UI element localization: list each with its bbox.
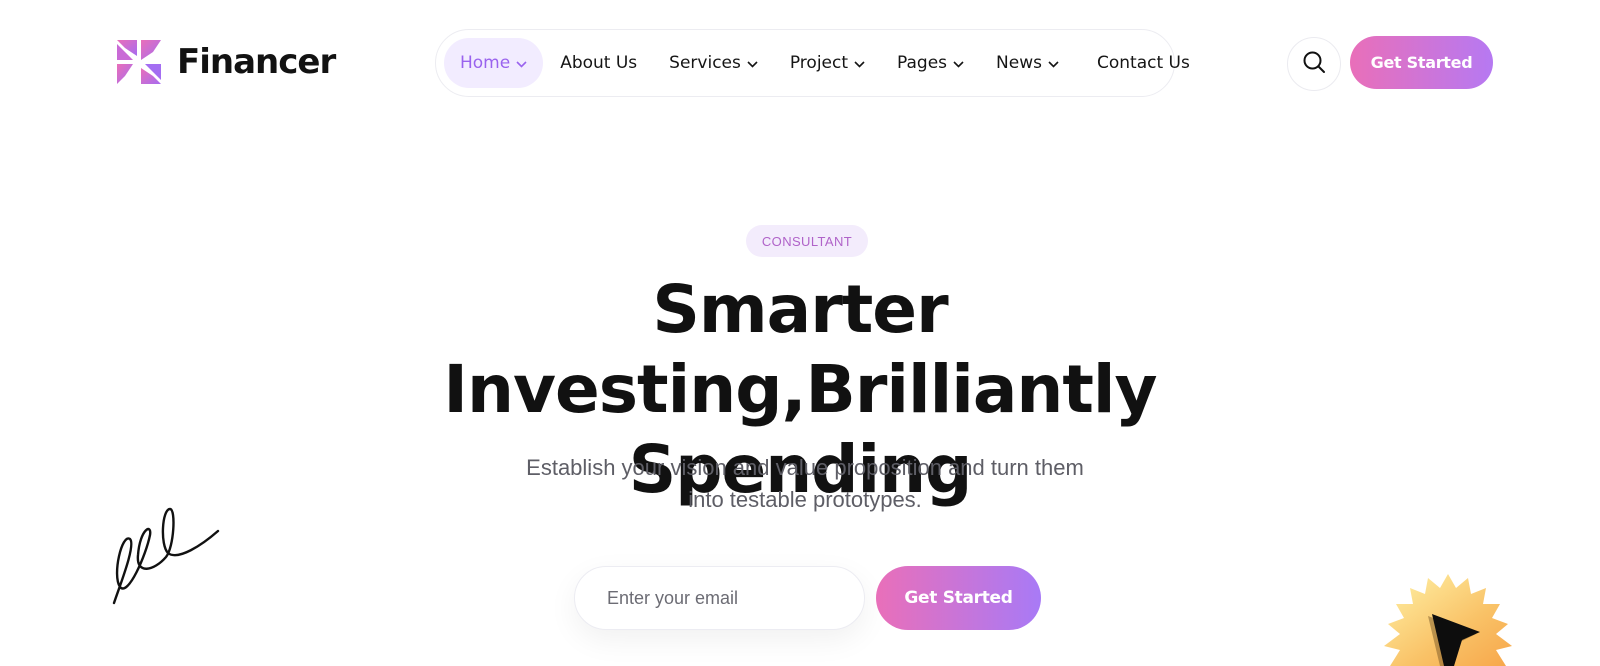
nav-item-project[interactable]: Project [790,38,865,88]
get-started-button[interactable]: Get Started [1350,36,1493,89]
nav-item-label: Home [460,53,511,73]
chevron-down-icon [747,53,758,73]
nav-item-news[interactable]: News [996,38,1059,88]
nav-item-label: Project [789,53,849,73]
signature-scribble [110,505,222,610]
chevron-down-icon [953,53,964,73]
hero-subtitle-line2: into testable prototypes. [688,487,922,512]
starburst-cursor-icon [1368,574,1528,666]
hero-get-started-button[interactable]: Get Started [876,566,1041,630]
consultant-badge: CONSULTANT [746,225,868,257]
hero-subtitle: Establish your vision and value proposit… [500,452,1110,516]
chevron-down-icon [1048,53,1059,73]
hero-title-line1: Smarter Investing,Brilliantly [443,271,1157,428]
nav-item-label: Contact Us [1096,53,1190,73]
pinwheel-icon [117,40,161,84]
nav-item-label: Services [669,53,741,73]
search-icon [1302,50,1326,79]
search-button[interactable] [1287,37,1341,91]
nav-item-services[interactable]: Services [669,38,758,88]
chevron-down-icon [516,53,527,73]
brand-logo[interactable]: Financer [117,40,336,84]
nav-item-label: News [996,53,1042,73]
email-field[interactable] [574,566,865,630]
nav-item-label: About Us [560,53,638,73]
main-nav: Home About Us Services Project Pages New… [435,29,1190,97]
nav-item-contact-us[interactable]: Contact Us [1097,38,1190,88]
nav-item-pages[interactable]: Pages [897,38,964,88]
nav-item-label: Pages [897,53,948,73]
nav-item-home[interactable]: Home [444,38,544,88]
brand-name: Financer [177,42,336,82]
nav-item-about-us[interactable]: About Us [560,38,637,88]
chevron-down-icon [854,53,865,73]
hero-subtitle-line1: Establish your vision and value proposit… [526,455,1084,480]
